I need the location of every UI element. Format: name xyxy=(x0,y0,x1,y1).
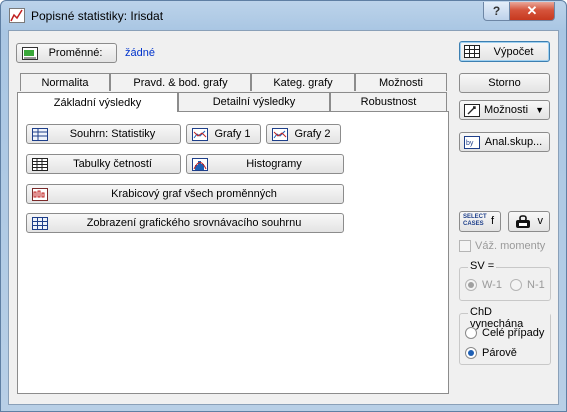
cancel-button[interactable]: Storno xyxy=(459,73,550,93)
table-summary-icon xyxy=(32,128,48,141)
histogram-icon xyxy=(192,158,208,171)
boxplot-all-label: Krabicový graf všech proměnných xyxy=(111,188,277,200)
radio-dot xyxy=(510,279,522,291)
window-title: Popisné statistiky: Irisdat xyxy=(31,9,164,23)
analysis-group-button[interactable]: by Anal.skup... xyxy=(459,132,550,152)
app-icon xyxy=(9,8,25,23)
graphs2-button[interactable]: Grafy 2 xyxy=(266,124,341,144)
missing-option-pairwise[interactable]: Párově xyxy=(465,347,517,359)
weight-icon xyxy=(516,215,530,228)
tab-label: Detailní výsledky xyxy=(212,96,296,108)
variables-button[interactable]: Proměnné: xyxy=(16,43,117,63)
comparison-summary-button[interactable]: Zobrazení grafického srovnávacího souhrn… xyxy=(26,213,344,233)
boxplot-icon xyxy=(32,188,48,201)
tab-normality[interactable]: Normalita xyxy=(20,73,110,91)
tab-options[interactable]: Možnosti xyxy=(355,73,447,91)
variables-value[interactable]: žádné xyxy=(125,47,155,59)
tab-label: Normalita xyxy=(41,76,89,89)
comparison-grid-icon xyxy=(32,217,48,230)
missing-option-casewise[interactable]: Celé případy xyxy=(465,327,544,339)
tab-categ-graphs[interactable]: Kateg. grafy xyxy=(251,73,355,91)
title-bar[interactable]: Popisné statistiky: Irisdat ? ✕ xyxy=(1,1,566,29)
tab-label: Robustnost xyxy=(360,96,417,108)
histograms-button[interactable]: Histogramy xyxy=(186,154,344,174)
tab-label: Kateg. grafy xyxy=(273,76,333,89)
compute-icon xyxy=(464,45,480,58)
grid-table-icon xyxy=(32,158,48,171)
tab-prob-plots[interactable]: Pravd. & bod. grafy xyxy=(110,73,251,91)
graphs-icon xyxy=(192,128,208,141)
graphs1-button[interactable]: Grafy 1 xyxy=(186,124,261,144)
tab-basic-results[interactable]: Základní výsledky xyxy=(17,92,178,112)
options-icon xyxy=(464,104,480,117)
checkbox-box xyxy=(459,240,471,252)
sv-option-label: W-1 xyxy=(482,279,502,291)
cancel-label: Storno xyxy=(488,77,521,89)
sv-group: SV = W-1 N-1 xyxy=(459,260,551,301)
tab-detailed-results[interactable]: Detailní výsledky xyxy=(178,92,330,111)
radio-dot xyxy=(465,279,477,291)
dialog-window: Popisné statistiky: Irisdat ? ✕ Proměnné… xyxy=(0,0,567,412)
dialog-client: Proměnné: žádné Normalita Pravd. & bod. … xyxy=(8,30,559,405)
radio-dot xyxy=(465,327,477,339)
tab-panel: Souhrn: Statistiky Grafy 1 Grafy 2 Tabul… xyxy=(17,111,449,394)
tab-label: Pravd. & bod. grafy xyxy=(133,76,228,89)
select-cases-symbol: f xyxy=(490,215,494,227)
sv-option-label: N-1 xyxy=(527,279,545,291)
graphs-icon xyxy=(272,128,288,141)
select-cases-button[interactable]: SELECT CASES f xyxy=(459,211,501,232)
help-button[interactable]: ? xyxy=(483,2,510,21)
summary-stats-button[interactable]: Souhrn: Statistiky xyxy=(26,124,181,144)
weights-symbol: v xyxy=(537,215,544,227)
weights-button[interactable]: v xyxy=(508,211,550,232)
summary-stats-label: Souhrn: Statistiky xyxy=(69,128,156,140)
freq-tables-button[interactable]: Tabulky četností xyxy=(26,154,181,174)
radio-dot xyxy=(465,347,477,359)
select-cases-icon: SELECT CASES xyxy=(463,214,487,227)
sv-option-w1[interactable]: W-1 xyxy=(465,279,502,291)
freq-tables-label: Tabulky četností xyxy=(73,158,152,170)
variables-icon xyxy=(22,47,38,60)
missing-option-label: Celé případy xyxy=(482,327,545,339)
sv-group-title: SV = xyxy=(468,260,497,272)
histograms-label: Histogramy xyxy=(246,158,302,170)
chevron-down-icon: ▼ xyxy=(535,105,544,115)
missing-option-label: Párově xyxy=(482,347,517,359)
close-button[interactable]: ✕ xyxy=(509,2,555,21)
weighted-moments-label: Váž. momenty xyxy=(475,240,546,252)
tab-label: Možnosti xyxy=(378,76,424,89)
boxplot-all-button[interactable]: Krabicový graf všech proměnných xyxy=(26,184,344,204)
tab-label: Základní výsledky xyxy=(53,96,142,109)
tab-robustness[interactable]: Robustnost xyxy=(330,92,447,111)
compute-button[interactable]: Výpočet xyxy=(459,41,550,62)
sv-option-n1[interactable]: N-1 xyxy=(510,279,545,291)
svg-text:by: by xyxy=(466,140,474,147)
group-by-icon: by xyxy=(464,136,480,149)
missing-data-group: ChD vynechána Celé případy Párově xyxy=(459,306,551,365)
options-button[interactable]: Možnosti ▼ xyxy=(459,100,550,120)
weighted-moments-checkbox[interactable]: Váž. momenty xyxy=(459,240,545,252)
comparison-summary-label: Zobrazení grafického srovnávacího souhrn… xyxy=(86,217,302,229)
